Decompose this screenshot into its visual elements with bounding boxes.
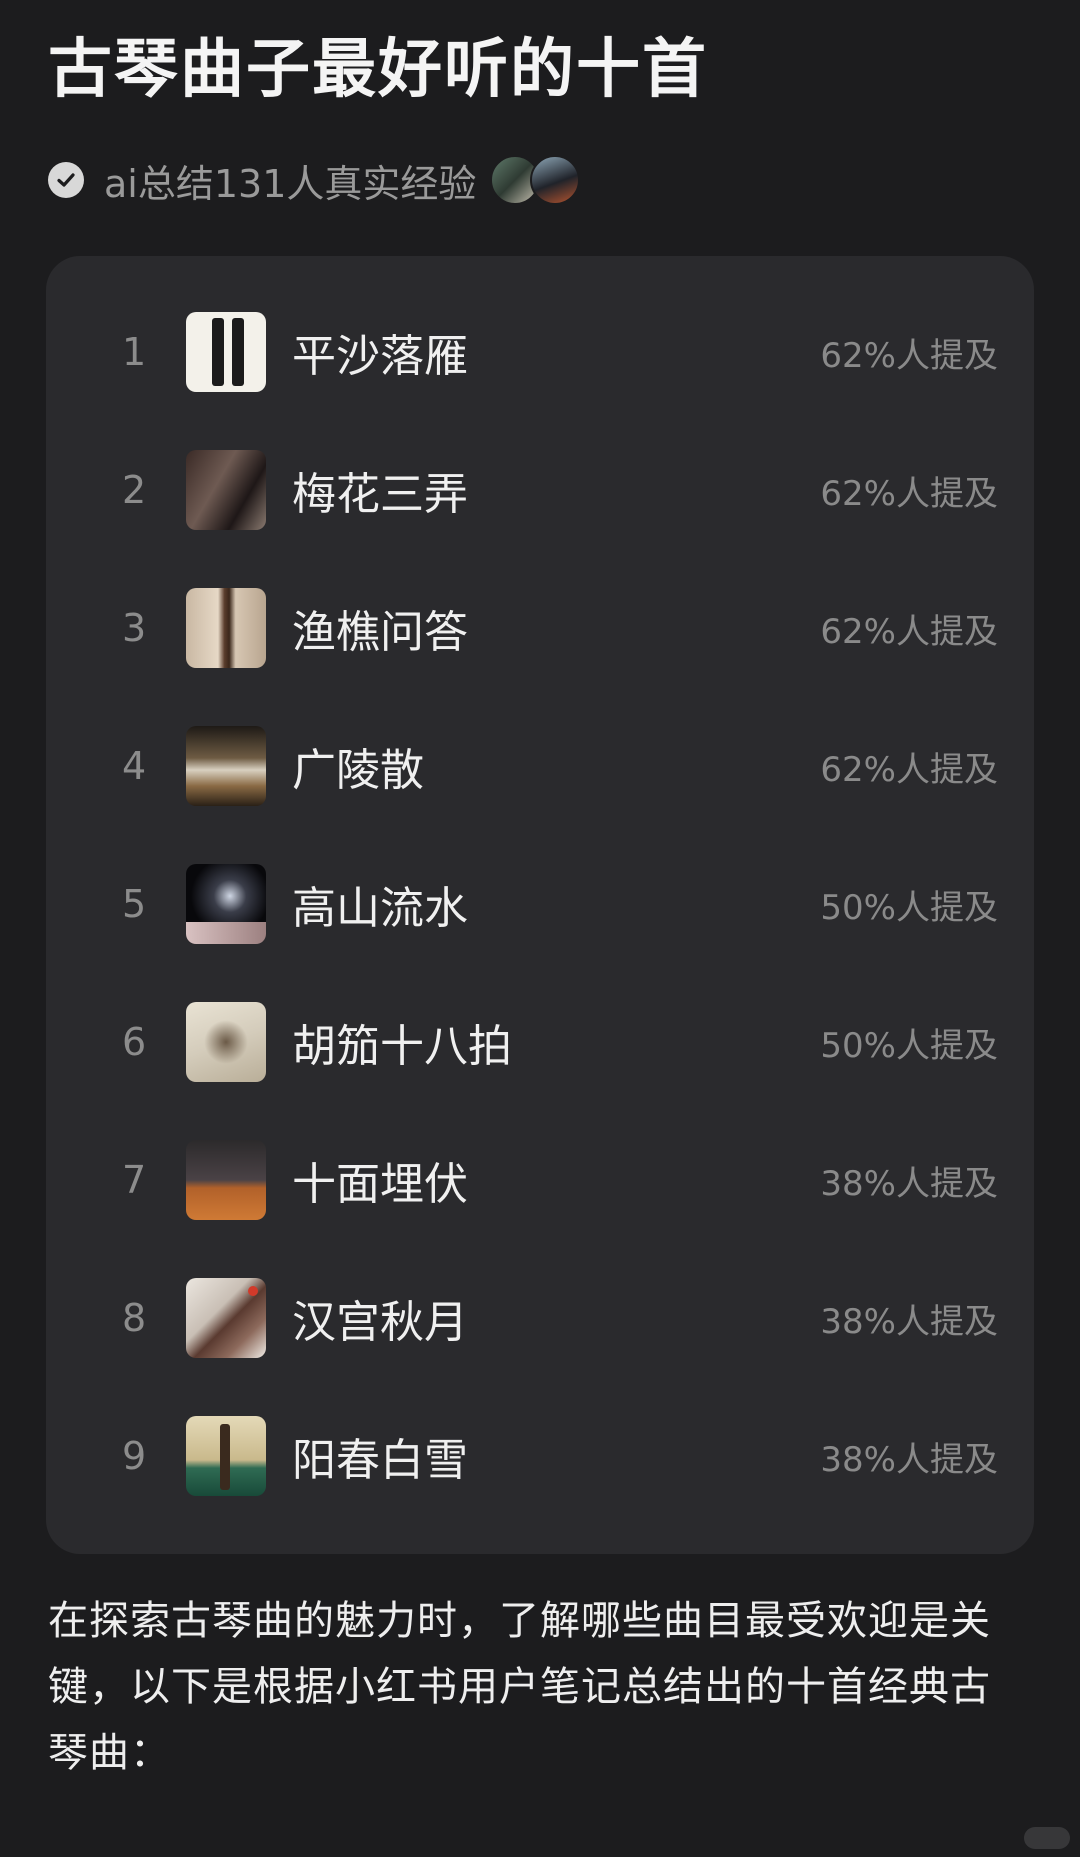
avatar	[530, 155, 581, 205]
rank-number: 3	[122, 606, 147, 650]
song-thumbnail	[186, 1002, 266, 1082]
song-title: 汉宫秋月	[292, 1297, 468, 1348]
rank-number: 8	[122, 1296, 147, 1340]
avatar-group[interactable]	[490, 155, 581, 205]
song-title: 胡笳十八拍	[292, 1021, 512, 1072]
page-title: 古琴曲子最好听的十首	[48, 33, 708, 107]
mention-rate: 38%人提及	[820, 1439, 998, 1480]
intro-paragraph: 在探索古琴曲的魅力时，了解哪些曲目最受欢迎是关键，以下是根据小红书用户笔记总结出…	[48, 1598, 991, 1776]
song-title: 平沙落雁	[292, 331, 468, 382]
mention-rate: 38%人提及	[820, 1301, 998, 1342]
mention-rate: 62%人提及	[820, 749, 998, 790]
ranking-item[interactable]: 5 高山流水 50%人提及	[46, 864, 1034, 944]
ranking-card: 1 平沙落雁 62%人提及 2 梅花三弄 62%人提及 3 渔樵问答 62%人提…	[46, 256, 1034, 1554]
song-thumbnail	[186, 1416, 266, 1496]
ranking-item[interactable]: 1 平沙落雁 62%人提及	[46, 312, 1034, 392]
song-title: 十面埋伏	[292, 1159, 468, 1210]
ranking-item[interactable]: 4 广陵散 62%人提及	[46, 726, 1034, 806]
mention-rate: 38%人提及	[820, 1163, 998, 1204]
song-thumbnail	[186, 1140, 266, 1220]
ranking-item[interactable]: 9 阳春白雪 38%人提及	[46, 1416, 1034, 1496]
rank-number: 7	[122, 1158, 147, 1202]
rank-number: 9	[122, 1434, 147, 1478]
song-title: 高山流水	[292, 883, 468, 934]
song-thumbnail	[186, 864, 266, 944]
ranking-item[interactable]: 6 胡笳十八拍 50%人提及	[46, 1002, 1034, 1082]
song-title: 阳春白雪	[292, 1435, 468, 1486]
song-title: 渔樵问答	[292, 607, 468, 658]
song-title: 梅花三弄	[292, 469, 468, 520]
watermark-badge	[1024, 1827, 1070, 1849]
song-thumbnail	[186, 726, 266, 806]
song-title: 广陵散	[292, 745, 424, 796]
rank-number: 4	[122, 744, 147, 788]
ranking-item[interactable]: 8 汉宫秋月 38%人提及	[46, 1278, 1034, 1358]
mention-rate: 50%人提及	[820, 887, 998, 928]
song-thumbnail	[186, 450, 266, 530]
mention-rate: 50%人提及	[820, 1025, 998, 1066]
rank-number: 5	[122, 882, 147, 926]
mention-rate: 62%人提及	[820, 611, 998, 652]
song-thumbnail	[186, 1278, 266, 1358]
summary-meta-text: ai总结131人真实经验	[104, 161, 477, 206]
ranking-item[interactable]: 7 十面埋伏 38%人提及	[46, 1140, 1034, 1220]
song-thumbnail	[186, 588, 266, 668]
ranking-item[interactable]: 3 渔樵问答 62%人提及	[46, 588, 1034, 668]
summary-meta: ai总结131人真实经验	[48, 152, 581, 208]
song-thumbnail	[186, 312, 266, 392]
rank-number: 6	[122, 1020, 147, 1064]
mention-rate: 62%人提及	[820, 335, 998, 376]
mention-rate: 62%人提及	[820, 473, 998, 514]
rank-number: 2	[122, 468, 147, 512]
ranking-item[interactable]: 2 梅花三弄 62%人提及	[46, 450, 1034, 530]
check-circle-icon	[48, 162, 84, 198]
rank-number: 1	[122, 330, 147, 374]
